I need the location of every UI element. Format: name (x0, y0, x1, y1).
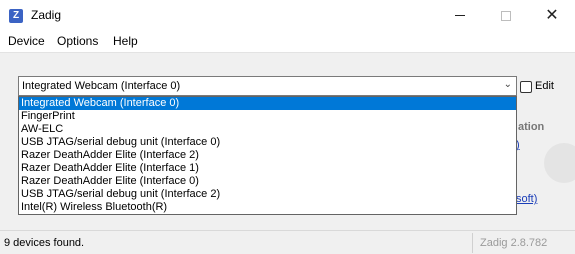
edit-checkbox[interactable] (520, 81, 532, 93)
close-button[interactable]: ✕ (529, 0, 575, 31)
device-option[interactable]: FingerPrint (19, 110, 516, 123)
device-option[interactable]: USB JTAG/serial debug unit (Interface 2) (19, 188, 516, 201)
device-option[interactable]: AW-ELC (19, 123, 516, 136)
device-option[interactable]: Intel(R) Wireless Bluetooth(R) (19, 201, 516, 214)
info-link-bottom[interactable]: soft) (516, 193, 537, 205)
maximize-button[interactable] (483, 0, 529, 31)
device-option[interactable]: Razer DeathAdder Elite (Interface 2) (19, 149, 516, 162)
menu-bar: Device Options Help (0, 31, 575, 52)
menu-help[interactable]: Help (113, 34, 138, 48)
device-combobox[interactable]: Integrated Webcam (Interface 0) ⌄ (18, 76, 517, 96)
status-message: 9 devices found. (4, 237, 85, 249)
menu-device[interactable]: Device (8, 34, 45, 48)
close-icon: ✕ (545, 6, 559, 24)
device-option[interactable]: USB JTAG/serial debug unit (Interface 0) (19, 136, 516, 149)
driver-section-heading: ation (518, 121, 545, 133)
device-option[interactable]: Razer DeathAdder Elite (Interface 1) (19, 162, 516, 175)
chevron-down-icon[interactable]: ⌄ (504, 79, 512, 90)
edit-checkbox-label[interactable]: Edit (535, 80, 554, 92)
version-label: Zadig 2.8.782 (480, 237, 548, 249)
device-dropdown-list: Integrated Webcam (Interface 0) FingerPr… (18, 96, 517, 215)
window-title: Zadig (31, 8, 62, 22)
status-divider (472, 233, 473, 253)
minimize-icon (455, 15, 465, 16)
device-option-selected[interactable]: Integrated Webcam (Interface 0) (19, 97, 516, 110)
status-bar: 9 devices found. Zadig 2.8.782 (0, 230, 575, 254)
zadig-app-icon: Z (9, 9, 23, 23)
title-bar: Z Zadig ✕ (0, 0, 575, 31)
device-option[interactable]: Razer DeathAdder Elite (Interface 0) (19, 175, 516, 188)
device-combobox-value: Integrated Webcam (Interface 0) (22, 80, 181, 92)
maximize-icon (501, 10, 511, 21)
menu-options[interactable]: Options (57, 34, 98, 48)
minimize-button[interactable] (437, 0, 483, 31)
